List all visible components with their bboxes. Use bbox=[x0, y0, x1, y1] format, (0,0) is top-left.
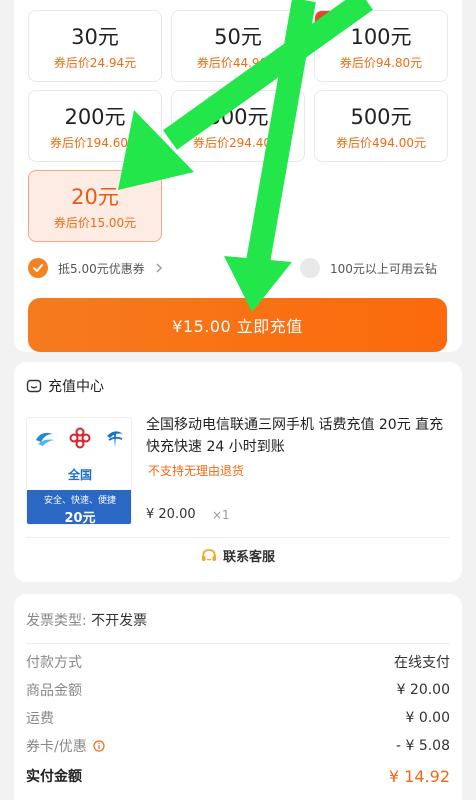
product-quantity: ×1 bbox=[212, 508, 230, 522]
radio-unchecked-icon[interactable] bbox=[300, 258, 320, 278]
product-image-region: 全国 bbox=[67, 468, 92, 482]
shipping-label: 运费 bbox=[26, 711, 54, 727]
actual-payment-value: ¥ 14.92 bbox=[388, 766, 450, 786]
coupon-label: 抵5.00元优惠券 bbox=[58, 261, 145, 276]
payment-method-value: 在线支付 bbox=[394, 655, 450, 671]
contact-service-label: 联系客服 bbox=[222, 550, 275, 565]
invoice-label: 发票类型: bbox=[26, 613, 87, 629]
info-icon[interactable] bbox=[93, 740, 105, 752]
order-summary-card: 发票类型: 不开发票 付款方式 在线支付 商品金额 ¥ 20.00 运费 ¥ 0… bbox=[14, 594, 462, 800]
denomination-amount: 200元 bbox=[64, 105, 126, 129]
shipping-row: 运费 ¥ 0.00 bbox=[26, 708, 450, 728]
denomination-50[interactable]: 50元 券后价44.90元 bbox=[171, 10, 305, 82]
discount-row: 券卡/优惠 - ¥ 5.08 bbox=[26, 736, 450, 756]
denomination-amount: 300元 bbox=[207, 105, 269, 129]
china-telecom-logo-icon bbox=[107, 431, 124, 448]
discount-value: - ¥ 5.08 bbox=[395, 738, 450, 754]
customer-service-icon bbox=[201, 548, 216, 561]
denomination-amount: 50元 bbox=[214, 25, 262, 49]
goods-amount-row: 商品金额 ¥ 20.00 bbox=[26, 680, 450, 700]
denomination-amount: 500元 bbox=[350, 105, 412, 129]
invoice-value: 不开发票 bbox=[91, 613, 148, 629]
denomination-price: 券后价494.00元 bbox=[336, 136, 426, 150]
chevron-right-icon bbox=[156, 263, 162, 273]
divider bbox=[26, 537, 450, 538]
denomination-amount: 30元 bbox=[71, 25, 119, 49]
goods-amount-label: 商品金额 bbox=[26, 683, 82, 699]
denomination-price: 券后价44.90元 bbox=[196, 56, 280, 70]
product-title[interactable]: 全国移动电信联通三网手机 话费充值 20元 直充快充快速 24 小时到账 bbox=[146, 414, 452, 458]
denomination-price: 券后价94.80元 bbox=[339, 56, 423, 70]
china-mobile-logo-icon bbox=[35, 432, 54, 446]
shop-name: 充值中心 bbox=[48, 379, 104, 395]
contact-service-button[interactable]: 联系客服 bbox=[14, 546, 462, 565]
goods-amount-value: ¥ 20.00 bbox=[396, 682, 450, 698]
cloud-diamond-label: 100元以上可用云钻 bbox=[330, 261, 437, 276]
shop-icon bbox=[26, 379, 42, 393]
product-image-band: 安全、快速、便捷 20元 bbox=[27, 490, 131, 525]
denomination-300[interactable]: 300元 券后价294.40元 bbox=[171, 90, 305, 162]
shipping-value: ¥ 0.00 bbox=[405, 710, 450, 726]
invoice-row[interactable]: 发票类型: 不开发票 bbox=[26, 610, 147, 630]
denomination-price: 券后价294.40元 bbox=[193, 136, 283, 150]
denomination-price: 券后价194.60元 bbox=[50, 136, 140, 150]
no-refund-notice: 不支持无理由退货 bbox=[148, 464, 245, 478]
order-card: 充值中心 全国 安全、快速、便捷 20元 全国移动电信联通三网手机 话费充值 2… bbox=[14, 362, 462, 582]
recharge-now-button[interactable]: ¥15.00 立即充值 bbox=[28, 298, 447, 352]
denomination-30[interactable]: 30元 券后价24.94元 bbox=[28, 10, 162, 82]
denomination-500[interactable]: 500元 券后价494.00元 bbox=[314, 90, 448, 162]
denomination-20[interactable]: 20元 券后价15.00元 bbox=[28, 170, 162, 242]
payment-method-label: 付款方式 bbox=[26, 655, 82, 671]
discount-label: 券卡/优惠 bbox=[26, 739, 87, 755]
actual-payment-label: 实付金额 bbox=[26, 769, 82, 785]
actual-payment-row: 实付金额 ¥ 14.92 bbox=[26, 766, 450, 786]
product-image-tagline: 安全、快速、便捷 bbox=[43, 496, 116, 506]
denomination-price: 券后价15.00元 bbox=[53, 216, 137, 230]
cloud-diamond-option[interactable]: 100元以上可用云钻 bbox=[300, 258, 437, 278]
shop-header[interactable]: 充值中心 bbox=[26, 376, 104, 396]
denomination-amount: 20元 bbox=[71, 185, 119, 209]
product-image[interactable]: 全国 安全、快速、便捷 20元 bbox=[26, 417, 132, 525]
denomination-200[interactable]: 200元 券后价194.60元 bbox=[28, 90, 162, 162]
divider bbox=[26, 643, 450, 644]
product-image-value: 20元 bbox=[64, 511, 96, 525]
product-price: ¥ 20.00 bbox=[146, 507, 196, 522]
china-unicom-logo-icon bbox=[69, 427, 91, 449]
coupon-selector[interactable]: 抵5.00元优惠券 bbox=[28, 258, 165, 278]
payment-method-row: 付款方式 在线支付 bbox=[26, 652, 450, 672]
checkmark-icon[interactable] bbox=[28, 258, 48, 278]
denomination-price: 券后价24.94元 bbox=[53, 56, 137, 70]
denomination-100[interactable]: 100元 券后价94.80元 bbox=[314, 10, 448, 82]
